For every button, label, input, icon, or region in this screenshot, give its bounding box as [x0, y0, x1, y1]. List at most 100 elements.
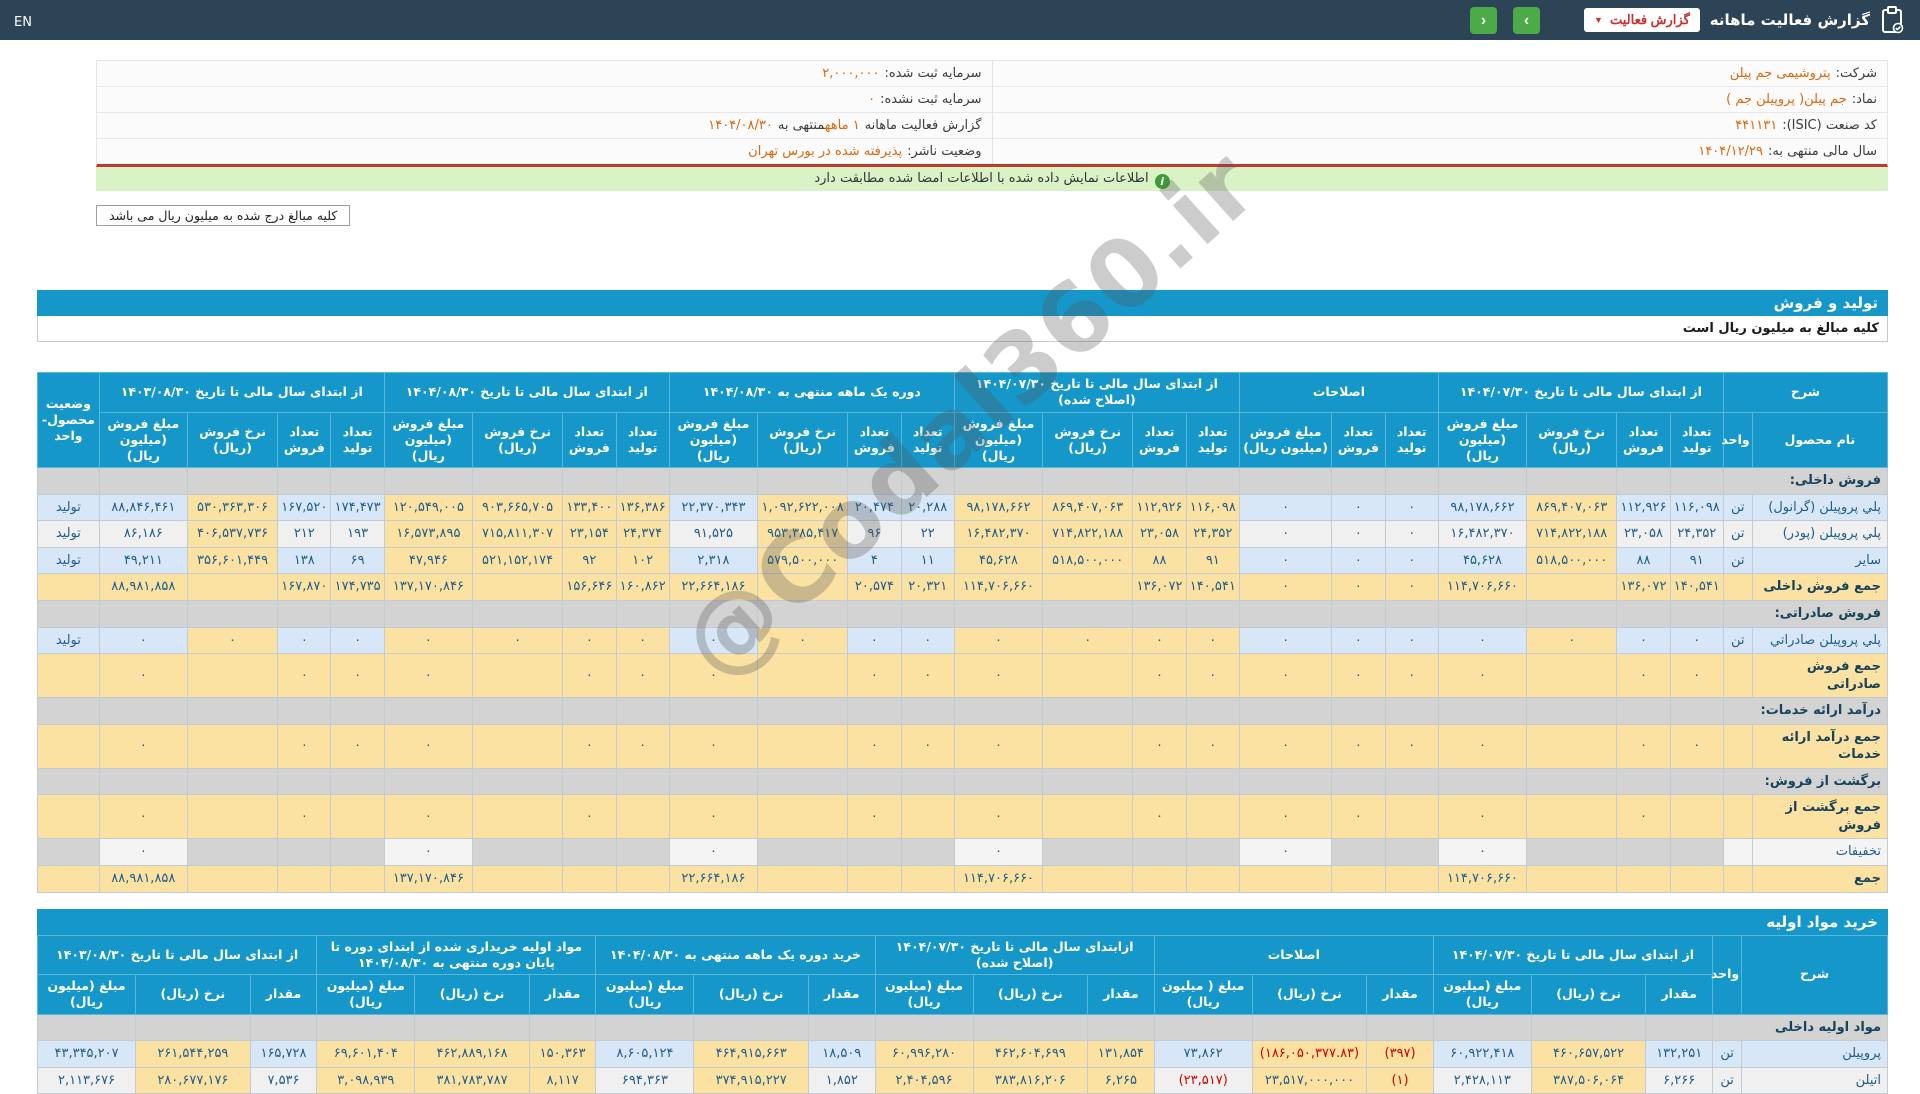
- table-cell: ۰: [562, 626, 617, 655]
- column-header: مبلغ (میلیون ریال): [1432, 974, 1532, 1015]
- column-header: تعداد تولید: [1669, 411, 1724, 469]
- table-cell: ۱۱۶,۰۹۸: [1185, 493, 1240, 522]
- table-cell: [562, 767, 617, 796]
- column-header: نرخ فروش (ریال): [1042, 411, 1134, 469]
- table-cell: ۱۳۷,۱۷۰,۸۴۶: [383, 865, 473, 893]
- table-cell: [1331, 838, 1386, 866]
- table-cell: ۲۲,۶۶۴,۱۸۶: [668, 865, 759, 893]
- table-cell: ۰: [1616, 626, 1671, 655]
- table-cell: ۹۱,۵۲۵: [668, 520, 759, 548]
- table-cell: ۹۰۳,۶۶۵,۷۰۵: [471, 493, 564, 522]
- column-header: مقدار: [807, 974, 876, 1015]
- table-cell: ۰: [1331, 573, 1386, 601]
- column-header: تعداد تولید: [615, 411, 670, 469]
- column-header: مبلغ (میلیون ریال): [874, 974, 974, 1015]
- table-cell: ۰: [1331, 626, 1386, 655]
- report-type-dropdown-label: گزارش فعالیت: [1609, 12, 1690, 27]
- table-cell: [1132, 838, 1187, 866]
- column-header: مبلغ فروش (میلیون ریال): [383, 411, 473, 469]
- table-cell: [1384, 467, 1439, 495]
- table-cell: ۲۰,۴۷۴: [847, 493, 902, 522]
- table-cell: تخفیفات: [1751, 838, 1889, 866]
- table-cell: ۱۰۲: [615, 546, 670, 575]
- table-cell: [186, 653, 279, 699]
- page-title: گزارش فعالیت ماهانه: [1709, 11, 1870, 29]
- table-cell: [36, 1013, 137, 1042]
- table-cell: ۰: [615, 723, 670, 769]
- previous-report-button[interactable]: ‹: [1470, 6, 1498, 34]
- table-cell: ۰: [1185, 723, 1240, 769]
- table-cell: ۱۷۴,۷۳۵: [330, 573, 385, 601]
- table-row: پروپیلن تن ۱۳۲,۲۵۱ ۴۶۰,۶۵۷,۵۲۲ ۶۰,۹۲۲,۴۱۸ (۳۹…: [36, 1040, 1888, 1068]
- language-toggle[interactable]: EN: [14, 15, 32, 30]
- table-cell: ۱۲۰,۵۴۹,۰۰۵: [383, 493, 473, 522]
- table-cell: ۱۳۷,۱۷۰,۸۴۶: [383, 573, 473, 601]
- table-cell: [1238, 467, 1333, 495]
- table-cell: ۰: [1616, 723, 1671, 769]
- table-cell: [1526, 865, 1618, 893]
- table-cell: پلي پروپيلن صادراتي: [1751, 626, 1889, 655]
- table-cell: [471, 697, 564, 725]
- table-cell: [595, 1013, 695, 1042]
- column-header: تعداد تولید: [330, 411, 385, 469]
- table-cell: [186, 767, 279, 796]
- table-cell: [1185, 794, 1240, 840]
- table-cell: تولید: [37, 626, 100, 655]
- table-cell: [135, 1013, 251, 1042]
- table-cell: ۱۴۰,۵۴۱: [1185, 573, 1240, 601]
- table-cell: [562, 599, 617, 628]
- table-cell: اتیلن: [1741, 1066, 1888, 1094]
- table-cell: ۰: [953, 626, 1044, 655]
- column-header: دوره یک ماهه منتهی به ۱۴۰۴/۰۸/۳۰: [668, 372, 955, 413]
- table-cell: [37, 865, 100, 893]
- table-cell: ۰: [1616, 653, 1671, 699]
- table-cell: ۲۱۲: [277, 520, 332, 548]
- table-cell: [668, 599, 759, 628]
- table-cell: [1132, 865, 1187, 893]
- table-cell: [1087, 1013, 1155, 1042]
- table-cell: [330, 467, 385, 495]
- next-report-button[interactable]: ›: [1513, 6, 1541, 34]
- table-cell: [37, 467, 100, 495]
- table-cell: ۰: [562, 723, 617, 769]
- table-cell: [668, 697, 759, 725]
- table-cell: [668, 767, 759, 796]
- table-cell: [972, 1013, 1089, 1042]
- table-cell: [953, 767, 1044, 796]
- table-cell: [757, 723, 849, 769]
- company-info-row: گزارش فعالیت ماهانه۱ ماههمنتهی به۱۴۰۴/۰۸…: [97, 113, 992, 139]
- table-cell: ۲۳,۱۵۴: [562, 520, 617, 548]
- table-cell: [900, 767, 955, 796]
- table-cell: ۱۶۵,۷۲۸: [249, 1040, 318, 1068]
- table-cell: [757, 653, 849, 699]
- table-cell: ۴۷,۹۴۶: [383, 546, 473, 575]
- table-cell: ۰: [668, 653, 759, 699]
- table-cell: [1530, 1013, 1647, 1042]
- table-row: جمع فروش صادراتی ۰ ۰ ۰ ۰ ۰ ۰ ۰ ۰ ۰ ۰ ۰ ۰ ۰ ۰ ۰ ۰ ۰ ۰: [37, 653, 1889, 699]
- table-cell: ۲۰,۳۲۱: [900, 573, 955, 601]
- table-cell: [874, 1013, 974, 1042]
- table-cell: [847, 697, 902, 725]
- table-cell: ۲,۱۱۳,۶۷۶: [36, 1066, 137, 1094]
- table-cell: درآمد ارائه خدمات:: [1722, 697, 1889, 725]
- table-cell: مواد اولیه داخلی: [1712, 1013, 1888, 1042]
- table-cell: [471, 865, 564, 893]
- table-cell: [807, 1013, 876, 1042]
- column-header: نرخ فروش (ریال): [186, 411, 279, 469]
- raw-materials-table: شرح واحد از ابتدای سال مالی تا تاریخ ۱۴۰۴/…: [36, 934, 1888, 1094]
- table-cell: ۱۵۶,۶۴۶: [562, 573, 617, 601]
- table-cell: ۰: [1042, 626, 1134, 655]
- table-cell: [186, 865, 279, 893]
- table-cell: ۴۶۲,۶۰۴,۶۹۹: [972, 1040, 1089, 1068]
- table-cell: ۲,۴۲۸,۱۱۳: [1432, 1066, 1532, 1094]
- table-cell: تن: [1722, 520, 1753, 548]
- report-type-dropdown[interactable]: گزارش فعالیت ▼: [1584, 8, 1700, 32]
- table-cell: ۶,۲۶۵: [1087, 1066, 1155, 1094]
- table-cell: ۰: [953, 653, 1044, 699]
- table-cell: [1185, 467, 1240, 495]
- table-cell: ۶۰,۹۲۲,۴۱۸: [1432, 1040, 1532, 1068]
- table-cell: [562, 697, 617, 725]
- table-cell: ۰: [383, 723, 473, 769]
- column-header: مبلغ (میلیون ریال): [316, 974, 416, 1015]
- table-cell: تن: [1722, 493, 1753, 522]
